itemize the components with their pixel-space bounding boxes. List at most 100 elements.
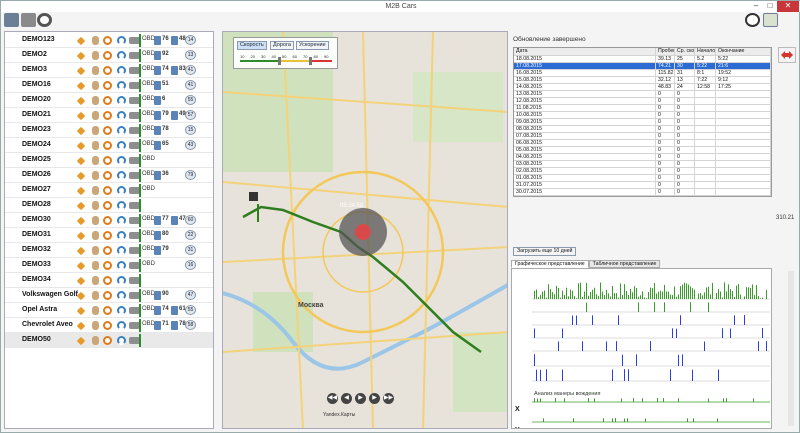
graph-bar bbox=[660, 290, 661, 299]
minimize-button[interactable]: – bbox=[749, 1, 763, 12]
graph-bar bbox=[728, 284, 729, 299]
close-button[interactable]: ✕ bbox=[777, 1, 799, 12]
step-forward-icon[interactable]: ▶ bbox=[369, 393, 380, 404]
graph-bar bbox=[712, 282, 713, 299]
hand-icon bbox=[92, 231, 99, 240]
vehicle-row[interactable]: DEMO2 OBD 92 13 bbox=[5, 48, 213, 63]
table-row[interactable]: 12.08.2015 0 0 bbox=[514, 98, 771, 105]
map-view[interactable]: Скорость Дорога Ускорение 10 20 30 40 50 60 70… bbox=[222, 31, 508, 429]
road-button[interactable]: Дорога bbox=[270, 41, 294, 50]
vehicle-row[interactable]: DEMO30 OBD 77 47 60 bbox=[5, 213, 213, 228]
plane-icon bbox=[76, 336, 86, 346]
vehicle-row[interactable]: DEMO21 OBD 79 49 57 bbox=[5, 108, 213, 123]
printer-icon[interactable] bbox=[21, 13, 36, 27]
speed-slider[interactable]: 10 20 30 40 50 60 70 80 90 bbox=[238, 53, 334, 66]
checklist-icon[interactable] bbox=[763, 13, 778, 27]
table-row[interactable]: 01.08.2015 0 0 bbox=[514, 175, 771, 182]
clock-icon bbox=[103, 156, 112, 165]
table-row[interactable]: 03.08.2015 0 0 bbox=[514, 161, 771, 168]
graph-bar bbox=[616, 293, 617, 299]
table-row[interactable]: 14.08.2015 48.83 24 12:58 17:25 bbox=[514, 84, 771, 91]
gauge-icon bbox=[117, 66, 126, 75]
vehicle-row[interactable]: DEMO16 OBD 51 41 bbox=[5, 78, 213, 93]
table-row[interactable]: 09.08.2015 0 0 bbox=[514, 119, 771, 126]
column-header[interactable]: Дата bbox=[514, 48, 656, 55]
vehicle-name: DEMO123 bbox=[22, 36, 55, 43]
value-1: 77 bbox=[162, 216, 169, 222]
maximize-button[interactable]: □ bbox=[763, 1, 777, 12]
vehicle-row[interactable]: Opel Astra OBD 74 61 55 bbox=[5, 303, 213, 318]
table-row[interactable]: 30.07.2015 0 0 bbox=[514, 189, 771, 196]
vehicle-row[interactable]: DEMO28 bbox=[5, 198, 213, 213]
table-cell: 0 bbox=[675, 175, 695, 181]
column-header[interactable]: Ср. скорость bbox=[675, 48, 695, 55]
slider-tick-label: 40 bbox=[272, 54, 277, 59]
vehicle-row[interactable]: Volkswagen Golf OBD 90 47 bbox=[5, 288, 213, 303]
export-icon[interactable] bbox=[4, 13, 19, 27]
tab-table[interactable]: Табличное представление bbox=[588, 260, 661, 268]
table-cell: 25 bbox=[675, 56, 695, 62]
vehicle-row[interactable]: DEMO26 OBD 36 79 bbox=[5, 168, 213, 183]
graph-bar bbox=[552, 292, 553, 299]
vehicle-row[interactable]: DEMO20 OBD 6 55 bbox=[5, 93, 213, 108]
vehicle-row[interactable]: DEMO31 OBD 80 22 bbox=[5, 228, 213, 243]
column-header[interactable]: Начало bbox=[695, 48, 716, 55]
table-row[interactable]: 10.08.2015 0 0 bbox=[514, 112, 771, 119]
table-cell: 04.08.2015 bbox=[514, 154, 656, 160]
rewind-icon[interactable]: ◀◀ bbox=[327, 393, 338, 404]
graph-bar bbox=[730, 289, 731, 299]
table-row[interactable]: 31.07.2015 0 0 bbox=[514, 182, 771, 189]
graph-bar bbox=[744, 296, 745, 299]
gauge-icon bbox=[117, 51, 126, 60]
column-header[interactable]: Пробег bbox=[656, 48, 675, 55]
vehicle-row[interactable]: DEMO24 OBD 65 43 bbox=[5, 138, 213, 153]
vehicle-row[interactable]: DEMO27 OBD bbox=[5, 183, 213, 198]
graph-bar bbox=[648, 292, 649, 299]
speed-button[interactable]: Скорость bbox=[237, 41, 267, 50]
graph-bar bbox=[704, 341, 705, 351]
table-row[interactable]: 02.08.2015 0 0 bbox=[514, 168, 771, 175]
table-cell: 30.07.2015 bbox=[514, 189, 656, 195]
hand-icon bbox=[92, 171, 99, 180]
table-row[interactable]: 11.08.2015 0 0 bbox=[514, 105, 771, 112]
table-row[interactable]: 05.08.2015 0 0 bbox=[514, 147, 771, 154]
graph-bar bbox=[664, 284, 665, 299]
vehicle-row[interactable]: DEMO25 OBD bbox=[5, 153, 213, 168]
play-icon[interactable]: ▶ bbox=[355, 393, 366, 404]
clock-icon bbox=[103, 291, 112, 300]
graph-bar bbox=[534, 354, 535, 366]
table-row[interactable]: 08.08.2015 0 0 bbox=[514, 126, 771, 133]
history-clock-icon[interactable] bbox=[745, 13, 760, 27]
accel-spike bbox=[657, 398, 658, 402]
hand-icon bbox=[92, 111, 99, 120]
table-row[interactable]: 04.08.2015 0 0 bbox=[514, 154, 771, 161]
table-row[interactable]: 15.08.2015 32.12 13 7:22 9:12 bbox=[514, 77, 771, 84]
fast-forward-icon[interactable]: ▶▶ bbox=[383, 393, 394, 404]
vehicle-row[interactable]: DEMO50 bbox=[5, 333, 213, 348]
vehicle-row[interactable]: DEMO32 OBD 79 31 bbox=[5, 243, 213, 258]
city-label: Москва bbox=[298, 302, 324, 309]
vehicle-row[interactable]: Chevrolet Aveo OBD 71 78 58 bbox=[5, 318, 213, 333]
vehicle-row[interactable]: DEMO3 OBD 74 83 41 bbox=[5, 63, 213, 78]
gear-icon[interactable] bbox=[37, 13, 52, 27]
swap-arrows-button[interactable] bbox=[778, 47, 796, 63]
vehicle-row[interactable]: DEMO123 OBD 76 48 14 bbox=[5, 33, 213, 48]
vehicle-row[interactable]: DEMO33 OBD 16 bbox=[5, 258, 213, 273]
table-row[interactable]: 13.08.2015 0 0 bbox=[514, 91, 771, 98]
vehicle-row[interactable]: DEMO34 bbox=[5, 273, 213, 288]
step-back-icon[interactable]: ◀ bbox=[341, 393, 352, 404]
slider-green-segment bbox=[240, 60, 280, 62]
acceleration-button[interactable]: Ускорение bbox=[296, 41, 329, 50]
vehicle-row[interactable]: DEMO23 OBD 78 15 bbox=[5, 123, 213, 138]
hand-icon bbox=[92, 126, 99, 135]
column-header[interactable]: Окончание bbox=[716, 48, 771, 55]
graphs-scrollbar[interactable] bbox=[788, 271, 794, 426]
table-row[interactable]: 16.08.2015 115.82 31 8:1 19:52 bbox=[514, 70, 771, 77]
table-cell bbox=[716, 126, 771, 132]
table-row[interactable]: 17.08.2015 74.21 30 5:22 21:6 bbox=[514, 63, 771, 70]
table-row[interactable]: 06.08.2015 0 0 bbox=[514, 140, 771, 147]
table-row[interactable]: 18.08.2015 39.13 25 5.2 5:22 bbox=[514, 56, 771, 63]
table-row[interactable]: 07.08.2015 0 0 bbox=[514, 133, 771, 140]
tab-graphic[interactable]: Графическое представление bbox=[511, 260, 589, 268]
load-more-button[interactable]: Загрузить еще 10 дней bbox=[513, 247, 577, 256]
